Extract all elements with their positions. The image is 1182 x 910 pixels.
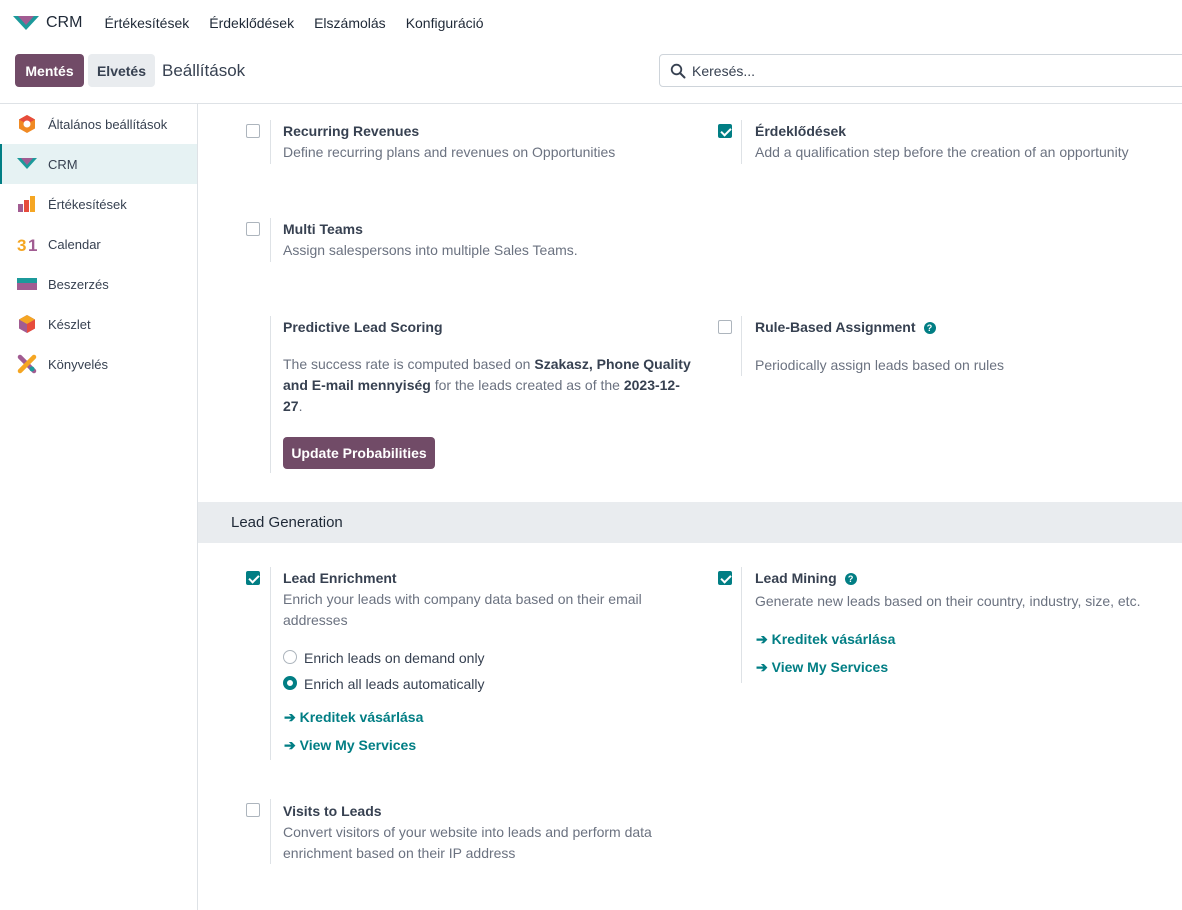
- enrich-automatically-radio[interactable]: [283, 676, 297, 690]
- page-title: Beállítások: [162, 61, 246, 80]
- enrich-on-demand-radio[interactable]: [283, 650, 297, 664]
- leads-desc: Add a qualification step before the crea…: [755, 144, 1129, 160]
- view-my-services-link[interactable]: ➔ View My Services: [756, 659, 888, 676]
- visits-to-leads-title: Visits to Leads: [283, 803, 382, 819]
- lead-mining-desc: Generate new leads based on their countr…: [755, 593, 1141, 609]
- sidebar-item-general[interactable]: Általános beállítások: [0, 104, 197, 144]
- search-input[interactable]: [692, 62, 1172, 79]
- update-probabilities-button[interactable]: Update Probabilities: [283, 437, 435, 469]
- buy-credits-link[interactable]: ➔ Kreditek vásárlása: [284, 709, 423, 726]
- settings-sidebar: Általános beállítások CRM Értékesítések …: [0, 104, 198, 910]
- recurring-revenues-checkbox[interactable]: [246, 124, 260, 138]
- control-panel: Mentés Elvetés Beállítások: [0, 46, 1182, 104]
- sidebar-item-label: Készlet: [48, 316, 91, 332]
- sidebar-item-label: Általános beállítások: [48, 116, 168, 132]
- setting-divider: [741, 316, 742, 376]
- help-icon[interactable]: ?: [844, 573, 857, 585]
- sidebar-item-accounting[interactable]: Könyvelés: [0, 344, 197, 384]
- recurring-revenues-desc: Define recurring plans and revenues on O…: [283, 144, 616, 160]
- lead-enrichment-checkbox[interactable]: [246, 571, 260, 585]
- sidebar-item-calendar[interactable]: 3 1 Calendar: [0, 224, 197, 264]
- inventory-icon: [19, 315, 35, 333]
- search-bar[interactable]: [659, 54, 1182, 87]
- enrich-automatically-label[interactable]: Enrich all leads automatically: [304, 676, 485, 692]
- lead-mining-title: Lead Mining?: [755, 570, 857, 586]
- rule-based-assignment-checkbox[interactable]: [718, 320, 732, 334]
- sidebar-item-crm[interactable]: CRM: [0, 144, 197, 184]
- visits-to-leads-checkbox[interactable]: [246, 803, 260, 817]
- view-my-services-link[interactable]: ➔ View My Services: [284, 737, 416, 754]
- svg-text:3: 3: [17, 236, 26, 254]
- multi-teams-desc: Assign salespersons into multiple Sales …: [283, 242, 578, 258]
- sidebar-item-label: Beszerzés: [48, 276, 109, 292]
- setting-divider: [270, 218, 271, 262]
- svg-text:1: 1: [28, 236, 37, 254]
- leads-checkbox[interactable]: [718, 124, 732, 138]
- multi-teams-title: Multi Teams: [283, 221, 363, 237]
- search-icon: [670, 63, 686, 78]
- multi-teams-checkbox[interactable]: [246, 222, 260, 236]
- calendar-icon: 3 1: [17, 236, 37, 254]
- setting-divider: [270, 316, 271, 473]
- setting-divider: [270, 567, 271, 760]
- menu-configuration[interactable]: Konfiguráció: [396, 15, 494, 31]
- sidebar-item-label: CRM: [48, 156, 78, 172]
- visits-to-leads-desc: Convert visitors of your website into le…: [283, 824, 652, 861]
- menu-sales[interactable]: Értékesítések: [94, 15, 199, 31]
- rule-based-assignment-title: Rule-Based Assignment?: [755, 319, 936, 335]
- general-settings-icon: [19, 115, 35, 133]
- setting-divider: [741, 567, 742, 683]
- save-button[interactable]: Mentés: [15, 54, 84, 87]
- lead-scoring-title: Predictive Lead Scoring: [283, 319, 443, 335]
- section-title: Lead Generation: [231, 514, 343, 531]
- sidebar-item-label: Calendar: [48, 236, 101, 252]
- setting-divider: [741, 120, 742, 164]
- top-navbar: CRM Értékesítések Érdeklődések Elszámolá…: [0, 0, 1182, 46]
- buy-credits-link[interactable]: ➔ Kreditek vásárlása: [756, 631, 895, 648]
- crm-logo-icon: [13, 16, 39, 30]
- sidebar-item-label: Értékesítések: [48, 196, 127, 212]
- menu-leads[interactable]: Érdeklődések: [199, 15, 304, 31]
- app-brand[interactable]: CRM: [12, 13, 82, 33]
- purchase-icon: [17, 278, 37, 290]
- discard-button[interactable]: Elvetés: [88, 54, 155, 87]
- lead-mining-checkbox[interactable]: [718, 571, 732, 585]
- recurring-revenues-title: Recurring Revenues: [283, 123, 420, 139]
- crm-icon: [17, 158, 37, 169]
- help-icon[interactable]: ?: [923, 322, 936, 334]
- menu-invoicing[interactable]: Elszámolás: [304, 15, 396, 31]
- lead-enrichment-desc: Enrich your leads with company data base…: [283, 591, 642, 628]
- accounting-icon: [17, 354, 37, 374]
- sidebar-item-inventory[interactable]: Készlet: [0, 304, 197, 344]
- section-header-lead-generation: Lead Generation: [198, 502, 1182, 543]
- rule-based-assignment-desc: Periodically assign leads based on rules: [755, 357, 1005, 373]
- settings-content: Recurring Revenues Define recurring plan…: [198, 104, 1182, 910]
- lead-scoring-desc: The success rate is computed based on Sz…: [283, 356, 691, 414]
- lead-enrichment-title: Lead Enrichment: [283, 570, 397, 586]
- sales-icon: [18, 196, 35, 212]
- setting-divider: [270, 799, 271, 864]
- leads-title: Érdeklődések: [755, 123, 847, 139]
- app-name: CRM: [46, 14, 83, 31]
- enrich-on-demand-label[interactable]: Enrich leads on demand only: [304, 650, 485, 666]
- sidebar-item-label: Könyvelés: [48, 356, 108, 372]
- sidebar-item-purchase[interactable]: Beszerzés: [0, 264, 197, 304]
- setting-divider: [270, 120, 271, 164]
- main-menu: Értékesítések Érdeklődések Elszámolás Ko…: [94, 15, 493, 31]
- sidebar-item-sales[interactable]: Értékesítések: [0, 184, 197, 224]
